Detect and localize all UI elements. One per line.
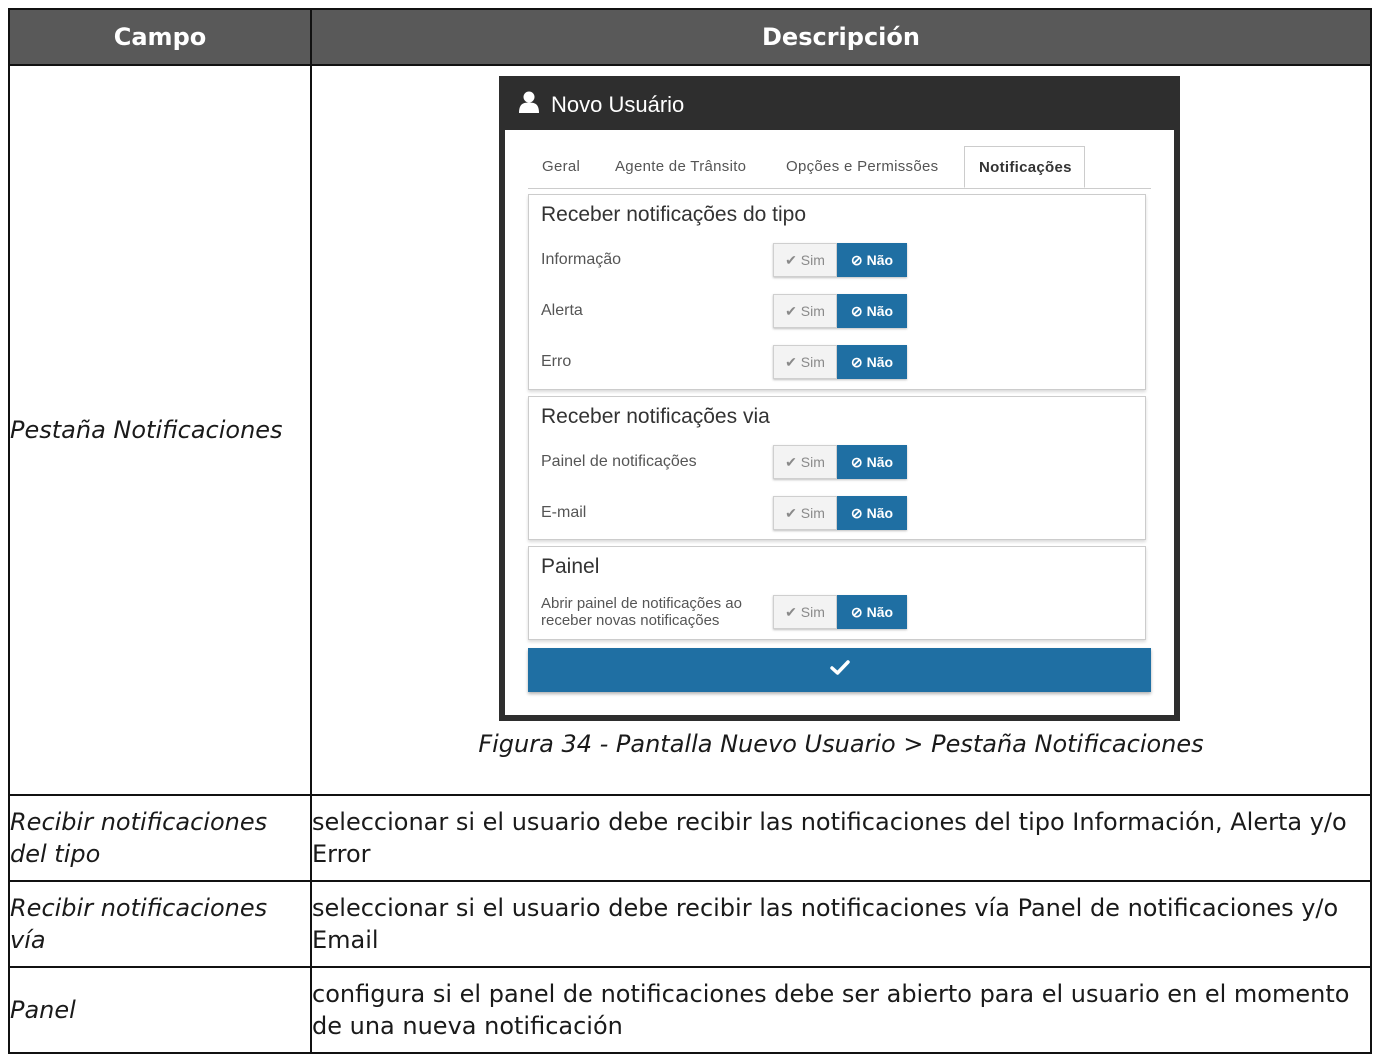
group-title-painel: Painel: [541, 555, 600, 578]
nao-option[interactable]: ⊘ Não: [837, 345, 907, 379]
label-alerta: Alerta: [541, 302, 583, 319]
check-icon: ✔: [785, 504, 797, 521]
confirm-button[interactable]: [528, 648, 1151, 692]
fields-table: Campo Descripción Pestaña Notificaciones…: [8, 8, 1372, 1054]
sim-option[interactable]: ✔ Sim: [773, 445, 837, 479]
header-descripcion: Descripción: [310, 8, 1372, 66]
check-icon: ✔: [785, 453, 797, 470]
check-icon: [829, 659, 850, 681]
dialog-title: Novo Usuário: [519, 90, 684, 120]
nao-option[interactable]: ⊘ Não: [837, 294, 907, 328]
tab-geral[interactable]: Geral: [542, 146, 580, 188]
nao-option[interactable]: ⊘ Não: [837, 445, 907, 479]
group-title-type: Receber notificações do tipo: [541, 203, 806, 226]
toggle-painel-de-notificacoes[interactable]: ✔ Sim ⊘ Não: [773, 445, 907, 479]
tab-agente-de-transito[interactable]: Agente de Trânsito: [615, 146, 746, 188]
group-painel: Painel Abrir painel de notificações ao r…: [528, 546, 1146, 640]
toggle-alerta[interactable]: ✔ Sim ⊘ Não: [773, 294, 907, 328]
label-erro: Erro: [541, 353, 572, 370]
field-recibir-tipo: Recibir notificaciones del tipo: [8, 794, 312, 882]
user-icon: [519, 91, 539, 119]
tab-notificacoes[interactable]: Notificações: [964, 146, 1085, 188]
sim-option[interactable]: ✔ Sim: [773, 496, 837, 530]
label-informacao: Informação: [541, 251, 622, 268]
nao-option[interactable]: ⊘ Não: [837, 496, 907, 530]
novo-usuario-dialog: Novo Usuário Geral Agente de Trânsito Op…: [499, 76, 1180, 721]
ban-icon: ⊘: [850, 302, 863, 319]
toggle-email[interactable]: ✔ Sim ⊘ Não: [773, 496, 907, 530]
tab-bar: Geral Agente de Trânsito Opções e Permis…: [528, 146, 1151, 189]
check-icon: ✔: [785, 302, 797, 319]
sim-option[interactable]: ✔ Sim: [773, 243, 837, 277]
figure-cell: Novo Usuário Geral Agente de Trânsito Op…: [310, 64, 1372, 796]
label-painel-de-notificacoes: Painel de notificações: [541, 453, 697, 470]
sim-option[interactable]: ✔ Sim: [773, 345, 837, 379]
check-icon: ✔: [785, 251, 797, 268]
toggle-informacao[interactable]: ✔ Sim ⊘ Não: [773, 243, 907, 277]
check-icon: ✔: [785, 353, 797, 370]
sim-option[interactable]: ✔ Sim: [773, 294, 837, 328]
ban-icon: ⊘: [850, 353, 863, 370]
dialog-title-text: Novo Usuário: [551, 92, 685, 117]
nao-option[interactable]: ⊘ Não: [837, 243, 907, 277]
desc-recibir-via: seleccionar si el usuario debe recibir l…: [310, 880, 1372, 968]
ban-icon: ⊘: [850, 603, 863, 620]
nao-option[interactable]: ⊘ Não: [837, 595, 907, 629]
tab-opcoes-e-permissoes[interactable]: Opções e Permissões: [786, 146, 938, 188]
toggle-abrir-painel[interactable]: ✔ Sim ⊘ Não: [773, 595, 907, 629]
desc-recibir-tipo: seleccionar si el usuario debe recibir l…: [310, 794, 1372, 882]
dialog-body: Geral Agente de Trânsito Opções e Permis…: [505, 130, 1174, 715]
desc-panel: configura si el panel de notificaciones …: [310, 966, 1372, 1054]
ban-icon: ⊘: [850, 251, 863, 268]
field-pestana-notificaciones: Pestaña Notificaciones: [8, 64, 312, 796]
figure-caption: Figura 34 - Pantalla Nuevo Usuario > Pes…: [478, 730, 1204, 758]
group-notification-type: Receber notificações do tipo Informação …: [528, 194, 1146, 390]
group-title-via: Receber notificações via: [541, 405, 770, 428]
header-campo: Campo: [8, 8, 312, 66]
ban-icon: ⊘: [850, 504, 863, 521]
check-icon: ✔: [785, 603, 797, 620]
label-email: E-mail: [541, 504, 587, 521]
field-recibir-via: Recibir notificaciones vía: [8, 880, 312, 968]
ban-icon: ⊘: [850, 453, 863, 470]
group-notification-via: Receber notificações via Painel de notif…: [528, 396, 1146, 540]
field-panel: Panel: [8, 966, 312, 1054]
sim-option[interactable]: ✔ Sim: [773, 595, 837, 629]
label-abrir-painel: Abrir painel de notificações ao receber …: [541, 595, 742, 629]
toggle-erro[interactable]: ✔ Sim ⊘ Não: [773, 345, 907, 379]
